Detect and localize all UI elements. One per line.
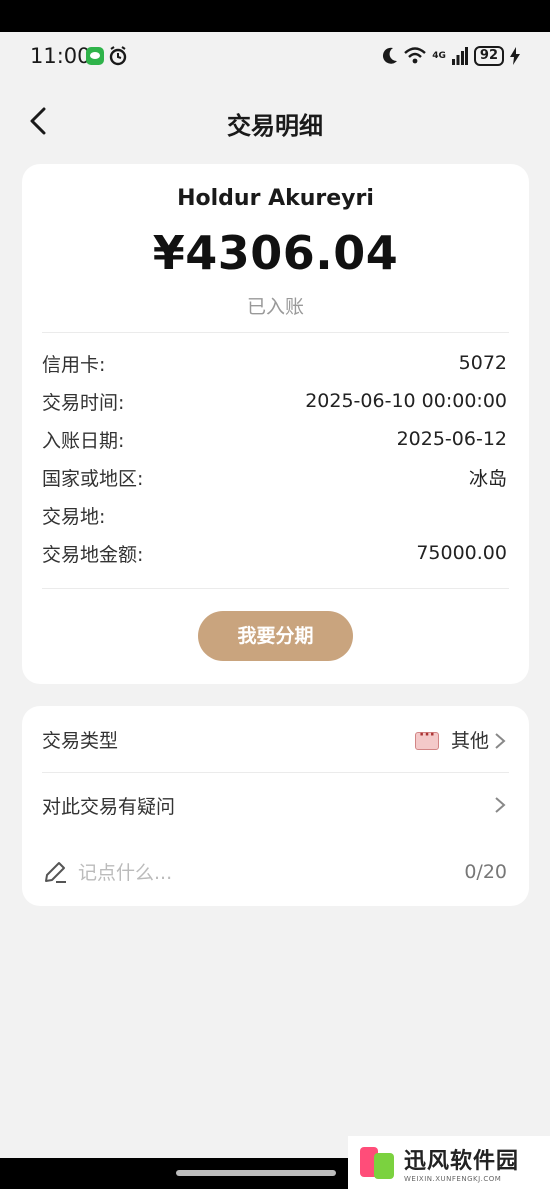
divider xyxy=(42,332,509,333)
detail-row-local-amount: 交易地金额: 75000.00 xyxy=(42,538,507,568)
wifi-icon xyxy=(404,47,427,64)
options-card: 交易类型 其他 对此交易有疑问 记点什么... 0/20 xyxy=(22,706,529,906)
dispute-row[interactable]: 对此交易有疑问 xyxy=(42,790,507,820)
page-title: 交易明细 xyxy=(227,112,323,140)
detail-label: 交易地金额: xyxy=(42,543,144,566)
detail-label: 国家或地区: xyxy=(42,467,144,490)
detail-label: 交易地: xyxy=(42,505,106,528)
alarm-icon xyxy=(109,46,127,66)
wechat-icon xyxy=(86,47,104,65)
transaction-amount: ¥4306.04 xyxy=(152,226,399,280)
transaction-type-row[interactable]: 交易类型 其他 xyxy=(42,724,507,754)
transaction-status: 已入账 xyxy=(246,296,304,318)
detail-value: 2025-06-10 00:00:00 xyxy=(305,390,507,412)
battery-level: 92 xyxy=(473,46,504,66)
detail-label: 入账日期: xyxy=(42,429,125,452)
detail-value: 75000.00 xyxy=(416,542,507,564)
detail-value: 冰岛 xyxy=(468,467,507,490)
installment-button[interactable]: 我要分期 xyxy=(198,611,353,661)
top-black-bar xyxy=(0,0,550,32)
status-bar: 11:00 4G 92 xyxy=(0,32,550,80)
detail-value: 5072 xyxy=(458,352,507,374)
home-indicator[interactable] xyxy=(176,1170,336,1176)
watermark-logo-icon xyxy=(358,1143,396,1183)
detail-label: 交易时间: xyxy=(42,391,125,414)
detail-row-country: 国家或地区: 冰岛 xyxy=(42,462,507,492)
watermark-url: WEIXIN.XUNFENGKJ.COM xyxy=(404,1174,502,1183)
pencil-icon xyxy=(45,861,66,883)
merchant-name: Holdur Akureyri xyxy=(177,186,374,211)
dispute-label: 对此交易有疑问 xyxy=(42,795,176,818)
note-placeholder-wrap: 记点什么... xyxy=(42,858,172,885)
chevron-right-icon xyxy=(495,733,506,749)
moon-icon xyxy=(383,47,398,64)
charging-icon xyxy=(510,47,520,65)
divider xyxy=(42,772,509,773)
detail-label: 信用卡: xyxy=(42,353,106,376)
detail-row-card: 信用卡: 5072 xyxy=(42,348,507,378)
transaction-type-label: 交易类型 xyxy=(42,729,119,752)
detail-row-time: 交易时间: 2025-06-10 00:00:00 xyxy=(42,386,507,416)
signal-icon xyxy=(451,47,468,65)
note-field[interactable]: 记点什么... 0/20 xyxy=(42,858,507,885)
watermark: 迅风软件园 WEIXIN.XUNFENGKJ.COM xyxy=(348,1136,550,1189)
status-right: 4G 92 xyxy=(382,46,520,66)
chevron-right-icon xyxy=(495,797,506,813)
status-time: 11:00 xyxy=(30,44,91,68)
divider xyxy=(42,588,509,589)
transaction-card: Holdur Akureyri ¥4306.04 已入账 信用卡: 5072 交… xyxy=(22,164,529,684)
watermark-name: 迅风软件园 xyxy=(404,1148,520,1174)
detail-value: 2025-06-12 xyxy=(396,428,507,450)
transaction-type-value: 其他 xyxy=(450,729,489,752)
detail-row-posting-date: 入账日期: 2025-06-12 xyxy=(42,424,507,454)
note-placeholder: 记点什么... xyxy=(78,862,173,884)
nav-bar: 交易明细 xyxy=(0,80,550,162)
note-char-count: 0/20 xyxy=(464,860,507,883)
more-tag-icon xyxy=(414,727,439,750)
network-type: 4G xyxy=(432,50,446,61)
detail-row-location: 交易地: xyxy=(42,500,507,530)
transaction-type-value-wrap: 其他 xyxy=(414,726,507,753)
